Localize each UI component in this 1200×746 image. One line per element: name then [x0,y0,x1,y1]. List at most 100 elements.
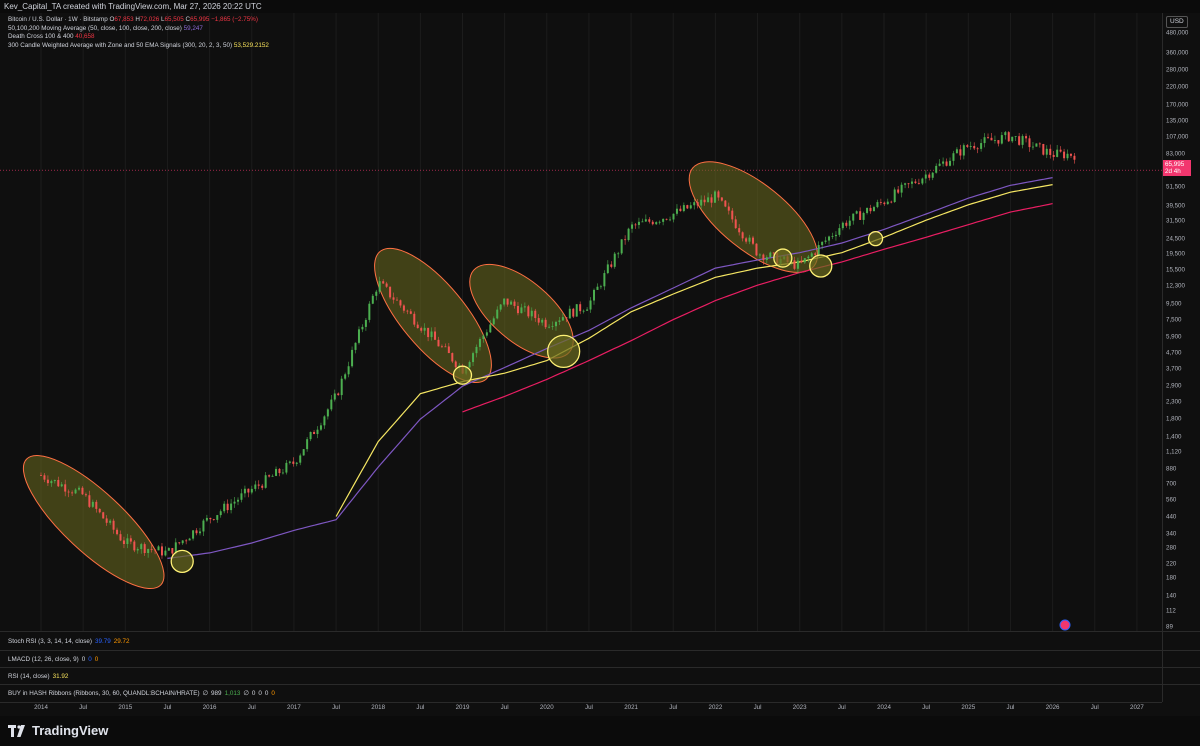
candle-body [451,353,454,362]
ma-line[interactable] [167,177,1053,559]
time-axis[interactable] [0,702,1162,717]
lmacd-v2: 0 [88,656,92,663]
time-axis-tick: Jul [79,704,88,711]
candle-body [513,301,516,306]
lmacd-v3: 0 [94,656,99,663]
price-axis-tick: 170,000 [1166,101,1189,109]
price-axis-tick: 2,900 [1166,382,1182,390]
hash-ribbons-pane[interactable]: BUY in HASH Ribbons (Ribbons, 30, 60, QU… [0,684,1162,702]
price-axis-tick: 4,700 [1166,349,1182,357]
candle-body [84,494,87,496]
candle-body [157,546,160,551]
candle-body [1025,136,1028,139]
candle-body [95,501,98,509]
candle-body [420,328,423,331]
candle-body [160,546,163,556]
price-axis-tick: 3,700 [1166,365,1182,373]
legend-cwa-row[interactable]: 300 Candle Weighted Average with Zone an… [8,42,269,51]
candle-body [651,221,654,225]
lmacd-v1: 0 [81,656,86,663]
candle-body [731,210,734,220]
candle-body [755,243,758,256]
legend-death-cross-row[interactable]: Death Cross 100 & 400 40,658 [8,33,269,42]
candle-body [748,237,751,242]
candle-body [406,310,409,312]
candle-body [309,431,312,440]
hash-v5: 0 [264,690,269,697]
candle-body [240,493,243,500]
candle-body [295,462,298,464]
candle-body [302,449,305,456]
time-axis-tick: Jul [332,704,341,711]
candle-body [942,161,945,164]
price-axis-tick: 112 [1166,607,1176,615]
candle-body [271,475,274,477]
candle-body [198,531,201,534]
main-price-pane[interactable] [0,13,1162,631]
candle-body [444,346,447,348]
candle-body [682,205,685,212]
candle-body [299,455,302,463]
stoch-rsi-pane[interactable]: Stoch RSI (3, 3, 14, 14, close) 39.79 29.7… [0,631,1162,650]
candle-body [1028,138,1031,148]
candle-body [472,353,475,363]
symbol-label[interactable]: Bitcoin / U.S. Dollar · 1W · Bitstamp [8,16,108,23]
candle-body [399,300,402,306]
candle-body [261,485,264,488]
candle-body [171,548,174,554]
candle-body [475,346,478,354]
candle-body [1021,136,1024,145]
candle-body [610,264,613,267]
price-axis-tick: 7,500 [1166,316,1182,324]
candle-body [579,304,582,312]
candle-body [796,260,799,269]
candle-body [392,297,395,300]
candle-body [254,484,257,489]
candle-body [205,517,208,521]
candle-body [589,300,592,310]
candle-body [60,484,63,487]
candle-body [378,281,381,292]
rsi-value: 31.92 [52,673,69,680]
candle-body [845,222,848,226]
candle-body [105,518,108,523]
candle-body [136,549,139,551]
hash-ribbons-marker-icon[interactable] [1059,619,1071,631]
close-value: 65,995 [190,16,210,23]
time-axis-tick: 2015 [118,704,133,711]
candle-body [395,299,398,301]
open-value: 67,853 [114,16,134,23]
candle-body [57,479,60,487]
candle-body [841,222,844,229]
candle-body [129,538,132,542]
lmacd-pane[interactable]: LMACD (12, 26, close, 9) 0 0 0 [0,650,1162,667]
lmacd-label: LMACD (12, 26, close, 9) [8,656,79,663]
legend-ma-row[interactable]: 50,100,200 Moving Average (50, close, 10… [8,25,269,34]
candle-body [74,489,77,494]
rsi-pane[interactable]: RSI (14, close) 31.92 [0,667,1162,684]
candle-body [724,200,727,207]
candle-body [416,324,419,329]
candle-body [924,174,927,179]
candle-body [223,503,226,512]
currency-button[interactable]: USD [1166,16,1188,28]
candle-body [648,219,651,222]
candle-body [164,550,167,556]
candle-body [316,429,319,435]
candle-body [344,374,347,379]
hash-v1: 989 [211,690,222,697]
hash-empty-symbol: ∅ [202,690,209,697]
price-axis-tick: 1,800 [1166,415,1182,423]
tradingview-logo-icon [8,724,25,737]
candle-body [1004,132,1007,136]
candle-body [306,439,309,450]
candle-body [644,219,647,222]
price-chart-svg[interactable] [0,13,1162,631]
time-axis-tick: 2022 [708,704,723,711]
candle-body [997,140,1000,144]
change-value: −1,865 (−2.75%) [211,16,259,23]
candle-body [264,475,267,488]
ma-label: 50,100,200 Moving Average (50, close, 10… [8,24,182,32]
candle-body [389,286,392,298]
candle-body [281,472,284,474]
